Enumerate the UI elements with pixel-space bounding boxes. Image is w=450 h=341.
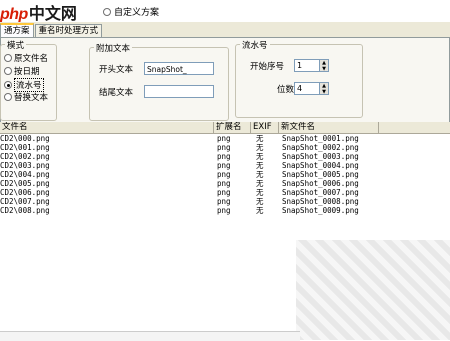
radio-icon — [4, 54, 12, 62]
spin-down-icon[interactable]: ▼ — [320, 89, 328, 95]
table-row[interactable]: CD2\002.png png 无 SnapShot_0003.png — [0, 152, 450, 161]
cell-newname: SnapShot_0001.png — [282, 134, 359, 143]
cell-ext: png — [217, 152, 231, 161]
cell-exif: 无 — [256, 161, 264, 170]
tab-scheme[interactable]: 通方案 — [0, 23, 34, 38]
cell-exif: 无 — [256, 179, 264, 188]
cell-filename: CD2\001.png — [0, 143, 50, 152]
mode-group-title: 模式 — [5, 39, 27, 51]
cell-newname: SnapShot_0008.png — [282, 197, 359, 206]
table-row[interactable]: CD2\000.png png 无 SnapShot_0001.png — [0, 134, 450, 143]
suffix-input[interactable] — [144, 85, 214, 98]
spin-down-icon[interactable]: ▼ — [320, 66, 328, 72]
cell-filename: CD2\008.png — [0, 206, 50, 215]
cell-exif: 无 — [256, 134, 264, 143]
list-header: 文件名 扩展名 EXIF 新文件名 — [0, 122, 450, 134]
custom-scheme-label: 自定义方案 — [114, 8, 160, 18]
cell-newname: SnapShot_0003.png — [282, 152, 359, 161]
table-row[interactable]: CD2\001.png png 无 SnapShot_0002.png — [0, 143, 450, 152]
mode-option-label: 流水号 — [14, 78, 44, 92]
column-header-ext[interactable]: 扩展名 — [214, 122, 251, 133]
text-group: 附加文本 开头文本 SnapShot_ 结尾文本 — [89, 42, 229, 121]
custom-scheme-radio[interactable]: 自定义方案 — [103, 5, 159, 18]
tab-content: 模式 原文件名 按日期 流水号 替换文本 附加文本 开头文本 SnapShot_… — [0, 37, 450, 123]
tab-strip: 通方案 重名时处理方式 — [0, 23, 103, 38]
mode-group: 模式 原文件名 按日期 流水号 替换文本 — [0, 39, 57, 121]
cell-filename: CD2\006.png — [0, 188, 50, 197]
table-row[interactable]: CD2\003.png png 无 SnapShot_0004.png — [0, 161, 450, 170]
cell-filename: CD2\007.png — [0, 197, 50, 206]
cell-newname: SnapShot_0007.png — [282, 188, 359, 197]
spin-buttons[interactable]: ▲ ▼ — [320, 82, 329, 95]
cell-ext: png — [217, 170, 231, 179]
text-group-title: 附加文本 — [94, 42, 133, 54]
spin-buttons[interactable]: ▲ ▼ — [320, 59, 329, 72]
start-label: 开始序号 — [250, 61, 285, 72]
options-panel: 通方案 重名时处理方式 模式 原文件名 按日期 流水号 替换文本 附加文本 开头… — [0, 22, 450, 123]
digits-spinner[interactable]: 4 ▲ ▼ — [294, 82, 329, 95]
cell-newname: SnapShot_0002.png — [282, 143, 359, 152]
cell-exif: 无 — [256, 170, 264, 179]
column-header-newname[interactable]: 新文件名 — [279, 122, 379, 133]
cell-ext: png — [217, 179, 231, 188]
cell-ext: png — [217, 206, 231, 215]
radio-selected-icon — [4, 81, 12, 89]
cell-exif: 无 — [256, 152, 264, 161]
mode-option-original[interactable]: 原文件名 — [4, 52, 48, 64]
title-bar: php 中文网 自定义方案 — [0, 0, 450, 23]
cell-ext: png — [217, 143, 231, 152]
cell-exif: 无 — [256, 197, 264, 206]
cell-filename: CD2\000.png — [0, 134, 50, 143]
suffix-label: 结尾文本 — [99, 87, 134, 98]
cell-ext: png — [217, 134, 231, 143]
mode-option-label: 原文件名 — [14, 54, 49, 64]
cell-newname: SnapShot_0004.png — [282, 161, 359, 170]
logo-cn: 中文网 — [28, 6, 77, 23]
radio-icon — [103, 7, 111, 16]
start-value[interactable]: 1 — [294, 59, 320, 72]
digits-row: 位数 4 ▲ ▼ — [250, 82, 329, 95]
cell-ext: png — [217, 161, 231, 170]
radio-icon — [4, 67, 12, 75]
table-row[interactable]: CD2\004.png png 无 SnapShot_0005.png — [0, 170, 450, 179]
suffix-row: 结尾文本 — [99, 85, 214, 98]
sequence-group: 流水号 开始序号 1 ▲ ▼ 位数 4 ▲ ▼ — [235, 39, 363, 118]
cell-exif: 无 — [256, 143, 264, 152]
cell-filename: CD2\004.png — [0, 170, 50, 179]
mode-option-replace[interactable]: 替换文本 — [4, 91, 48, 103]
column-header-filename[interactable]: 文件名 — [0, 122, 214, 133]
prefix-label: 开头文本 — [99, 64, 134, 75]
blurred-watermark — [296, 240, 450, 340]
mode-option-date[interactable]: 按日期 — [4, 65, 40, 77]
logo: php 中文网 — [0, 0, 77, 23]
cell-filename: CD2\002.png — [0, 152, 50, 161]
digits-label: 位数 — [276, 84, 294, 95]
cell-ext: png — [217, 197, 231, 206]
tab-duplicate-handling[interactable]: 重名时处理方式 — [34, 24, 103, 37]
table-row[interactable]: CD2\007.png png 无 SnapShot_0008.png — [0, 197, 450, 206]
prefix-row: 开头文本 SnapShot_ — [99, 62, 214, 75]
list-rows: CD2\000.png png 无 SnapShot_0001.png CD2\001… — [0, 134, 450, 215]
cell-ext: png — [217, 188, 231, 197]
cell-exif: 无 — [256, 188, 264, 197]
radio-icon — [4, 93, 12, 101]
table-row[interactable]: CD2\008.png png 无 SnapShot_0009.png — [0, 206, 450, 215]
cell-newname: SnapShot_0005.png — [282, 170, 359, 179]
start-spinner[interactable]: 1 ▲ ▼ — [294, 59, 329, 72]
cell-newname: SnapShot_0009.png — [282, 206, 359, 215]
sequence-group-title: 流水号 — [240, 39, 270, 51]
digits-value[interactable]: 4 — [294, 82, 320, 95]
cell-newname: SnapShot_0006.png — [282, 179, 359, 188]
cell-exif: 无 — [256, 206, 264, 215]
mode-option-sequence[interactable]: 流水号 — [4, 78, 44, 92]
start-row: 开始序号 1 ▲ ▼ — [250, 59, 329, 72]
cell-filename: CD2\003.png — [0, 161, 50, 170]
mode-option-label: 替换文本 — [14, 93, 49, 103]
mode-option-label: 按日期 — [14, 67, 40, 77]
table-row[interactable]: CD2\006.png png 无 SnapShot_0007.png — [0, 188, 450, 197]
prefix-input[interactable]: SnapShot_ — [144, 62, 214, 75]
column-header-exif[interactable]: EXIF — [251, 122, 279, 133]
cell-filename: CD2\005.png — [0, 179, 50, 188]
table-row[interactable]: CD2\005.png png 无 SnapShot_0006.png — [0, 179, 450, 188]
